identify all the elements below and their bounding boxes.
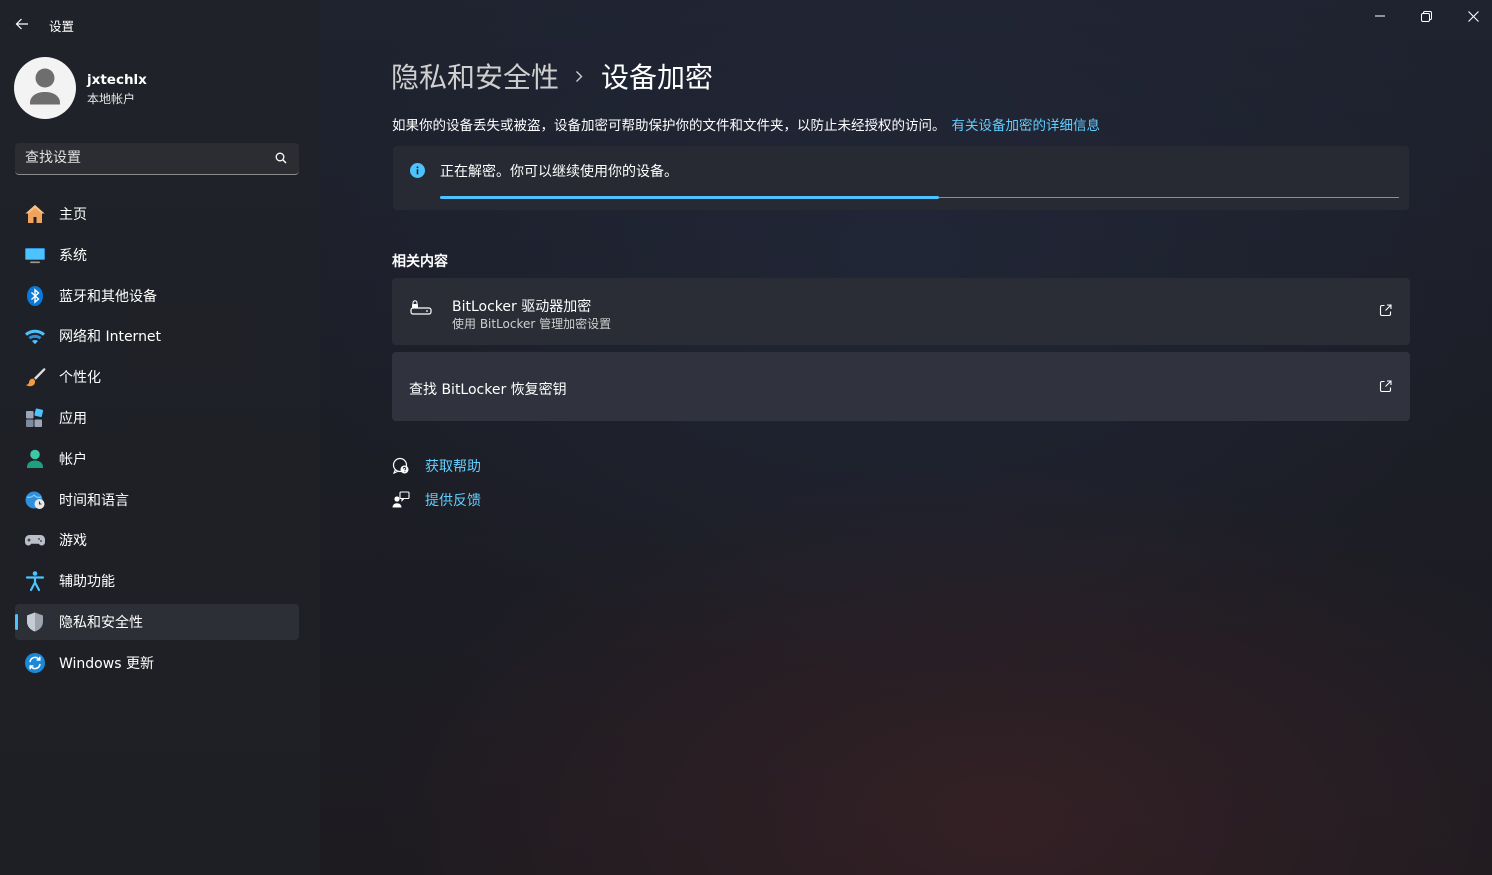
- bitlocker-drive-encryption-card[interactable]: BitLocker 驱动器加密 使用 BitLocker 管理加密设置: [392, 278, 1410, 345]
- chevron-right-icon: [575, 70, 583, 83]
- sidebar-item-time-language[interactable]: 时间和语言: [15, 482, 299, 518]
- description-text: 如果你的设备丢失或被盗，设备加密可帮助保护你的文件和文件夹，以防止未经授权的访问…: [392, 118, 946, 134]
- get-help-label: 获取帮助: [425, 459, 481, 475]
- card-subtitle: 使用 BitLocker 管理加密设置: [452, 317, 612, 331]
- sidebar-item-accessibility[interactable]: 辅助功能: [15, 563, 299, 599]
- sidebar-item-privacy-security[interactable]: 隐私和安全性: [15, 603, 299, 640]
- user-name: jxtechlx: [87, 72, 147, 88]
- sidebar-item-label: 个性化: [59, 370, 101, 387]
- find-bitlocker-recovery-key-card[interactable]: 查找 BitLocker 恢复密钥: [392, 352, 1410, 421]
- related-content-title: 相关内容: [392, 254, 448, 270]
- system-display-icon: [24, 244, 46, 266]
- wifi-icon: [24, 325, 46, 347]
- details-link[interactable]: 有关设备加密的详细信息: [952, 118, 1101, 134]
- avatar[interactable]: [14, 57, 76, 119]
- card-title: 查找 BitLocker 恢复密钥: [409, 382, 567, 398]
- search-box: [15, 143, 299, 175]
- sidebar-item-label: 应用: [59, 410, 87, 427]
- page-title: 设备加密: [601, 61, 714, 94]
- breadcrumb: 隐私和安全性 设备加密: [391, 56, 713, 96]
- open-external-icon: [1379, 380, 1392, 393]
- sidebar-item-label: 网络和 Internet: [59, 329, 162, 346]
- default-user-icon: [30, 68, 60, 105]
- restore-button[interactable]: [1403, 0, 1449, 32]
- sidebar-item-system[interactable]: 系统: [15, 237, 299, 273]
- accessibility-icon: [24, 570, 46, 592]
- account-icon: [24, 448, 46, 470]
- sidebar-item-label: 主页: [59, 207, 87, 223]
- back-arrow-icon: [15, 18, 28, 30]
- shield-icon: [24, 611, 46, 633]
- decryption-status-card: 正在解密。你可以继续使用你的设备。: [393, 146, 1409, 210]
- home-icon: [24, 203, 46, 225]
- search-icon[interactable]: [275, 152, 287, 164]
- feedback-icon: [392, 491, 410, 509]
- sidebar-item-label: 隐私和安全性: [59, 614, 143, 631]
- open-external-icon: [1379, 304, 1392, 317]
- sidebar-item-windows-update[interactable]: Windows 更新: [15, 645, 299, 681]
- close-icon: [1467, 10, 1479, 22]
- card-title: BitLocker 驱动器加密: [452, 299, 592, 315]
- title-bar: 设置: [0, 0, 1492, 48]
- drive-lock-icon: [410, 300, 432, 315]
- help-chat-icon: [392, 457, 410, 475]
- sidebar-item-label: Windows 更新: [59, 655, 154, 672]
- search-input[interactable]: [15, 143, 265, 173]
- close-button[interactable]: [1450, 0, 1492, 32]
- sidebar-item-label: 辅助功能: [59, 574, 115, 591]
- page-description: 如果你的设备丢失或被盗，设备加密可帮助保护你的文件和文件夹，以防止未经授权的访问…: [392, 114, 1100, 134]
- sidebar-item-apps[interactable]: 应用: [15, 400, 299, 436]
- sidebar-item-label: 帐户: [59, 451, 87, 468]
- give-feedback-link[interactable]: 提供反馈: [392, 491, 481, 509]
- give-feedback-label: 提供反馈: [425, 493, 481, 509]
- app-title: 设置: [49, 19, 75, 34]
- sidebar-item-network[interactable]: 网络和 Internet: [15, 318, 299, 354]
- breadcrumb-parent[interactable]: 隐私和安全性: [391, 56, 559, 96]
- back-button[interactable]: [8, 10, 36, 38]
- minimize-button[interactable]: [1357, 0, 1403, 32]
- active-indicator: [15, 613, 18, 630]
- minimize-icon: [1375, 15, 1385, 17]
- sidebar-item-home[interactable]: 主页: [15, 196, 299, 232]
- sidebar-nav: 主页 系统 蓝牙和其他设备 网络和 Internet 个性化 应用 帐户 时间和…: [15, 196, 299, 686]
- sidebar-item-gaming[interactable]: 游戏: [15, 522, 299, 558]
- restore-icon: [1420, 10, 1432, 22]
- sidebar-item-label: 系统: [59, 247, 87, 264]
- sidebar-item-label: 蓝牙和其他设备: [59, 288, 157, 305]
- gamepad-icon: [24, 529, 46, 551]
- globe-clock-icon: [24, 489, 46, 511]
- sidebar-item-accounts[interactable]: 帐户: [15, 441, 299, 477]
- sidebar-item-label: 时间和语言: [59, 492, 129, 509]
- apps-icon: [24, 407, 46, 429]
- account-type: 本地帐户: [87, 92, 136, 106]
- info-icon: [410, 163, 425, 178]
- brush-icon: [24, 366, 46, 388]
- update-icon: [24, 652, 46, 674]
- sidebar-item-label: 游戏: [59, 533, 87, 550]
- progress-bar: [440, 196, 939, 199]
- status-text: 正在解密。你可以继续使用你的设备。: [440, 164, 678, 180]
- bluetooth-icon: [24, 285, 46, 307]
- sidebar-item-personalization[interactable]: 个性化: [15, 359, 299, 395]
- sidebar-item-bluetooth[interactable]: 蓝牙和其他设备: [15, 278, 299, 314]
- get-help-link[interactable]: 获取帮助: [392, 457, 481, 475]
